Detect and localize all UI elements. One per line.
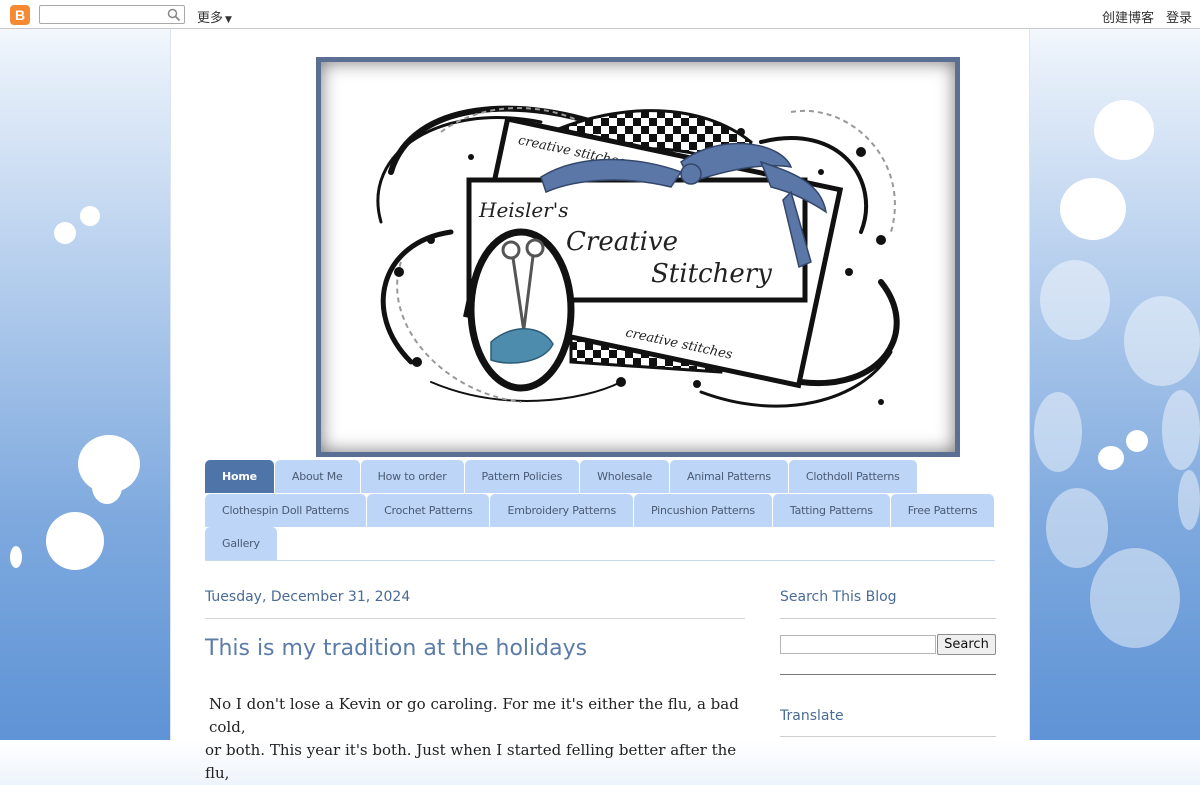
tab-wholesale[interactable]: Wholesale [580, 460, 670, 493]
navbar-account-links: 创建博客 登录 [1090, 7, 1192, 26]
more-menu[interactable]: 更多 ▼ [197, 7, 232, 26]
search-widget-divider [780, 618, 996, 619]
create-blog-link[interactable]: 创建博客 [1102, 11, 1154, 26]
tab-how-to-order[interactable]: How to order [360, 460, 464, 493]
caret-down-icon: ▼ [225, 15, 232, 25]
post-body: No I don't lose a Kevin or go caroling. … [205, 693, 745, 785]
post-date-divider [205, 618, 745, 619]
post-body-line: or both. This year it's both. Just when … [205, 741, 737, 782]
blogger-logo-icon[interactable]: B [10, 5, 30, 25]
tab-row-2: Clothespin Doll Patterns Crochet Patterns… [205, 494, 995, 527]
tab-tatting-patterns[interactable]: Tatting Patterns [772, 494, 890, 527]
tab-clothespin-doll-patterns[interactable]: Clothespin Doll Patterns [205, 494, 367, 527]
svg-text:Creative: Creative [566, 227, 678, 257]
search-icon[interactable] [167, 8, 181, 22]
more-menu-label: 更多 [197, 11, 224, 26]
blog-search-button[interactable]: Search [937, 634, 996, 655]
blog-header-image[interactable]: creative stitches creative stitches Heis… [316, 57, 960, 457]
tab-pincushion-patterns[interactable]: Pincushion Patterns [633, 494, 772, 527]
tab-gallery[interactable]: Gallery [205, 527, 277, 560]
translate-widget-divider [780, 736, 996, 737]
header-artwork: creative stitches creative stitches Heis… [376, 105, 900, 408]
translate-widget-title: Translate [780, 708, 844, 724]
tab-embroidery-patterns[interactable]: Embroidery Patterns [490, 494, 633, 527]
tab-about-me[interactable]: About Me [274, 460, 360, 493]
tab-crochet-patterns[interactable]: Crochet Patterns [367, 494, 490, 527]
navbar-search-box[interactable] [39, 5, 185, 26]
post-body-line: No I don't lose a Kevin or go caroling. … [209, 695, 739, 736]
tab-row-3: Gallery [205, 527, 278, 560]
tab-home[interactable]: Home [205, 460, 274, 493]
blog-content-column: creative stitches creative stitches Heis… [170, 29, 1030, 782]
tab-clothdoll-patterns[interactable]: Clothdoll Patterns [788, 460, 917, 493]
post-date-header: Tuesday, December 31, 2024 [205, 589, 411, 605]
blog-search-input[interactable] [780, 635, 936, 654]
tab-row-1: Home About Me How to order Pattern Policies… [205, 460, 918, 493]
navbar-search-input[interactable] [42, 8, 166, 26]
svg-text:Heisler's: Heisler's [478, 198, 569, 222]
tabs-divider [205, 560, 995, 561]
post-title[interactable]: This is my tradition at the holidays [205, 636, 587, 661]
tab-free-patterns[interactable]: Free Patterns [890, 494, 995, 527]
tab-animal-patterns[interactable]: Animal Patterns [670, 460, 788, 493]
login-link[interactable]: 登录 [1166, 11, 1192, 26]
svg-text:Stitchery: Stitchery [651, 259, 772, 289]
sidebar-divider [780, 674, 996, 675]
blogger-navbar: B 更多 ▼ 创建博客 登录 [0, 0, 1200, 29]
tab-pattern-policies[interactable]: Pattern Policies [464, 460, 580, 493]
search-widget-title: Search This Blog [780, 589, 897, 605]
